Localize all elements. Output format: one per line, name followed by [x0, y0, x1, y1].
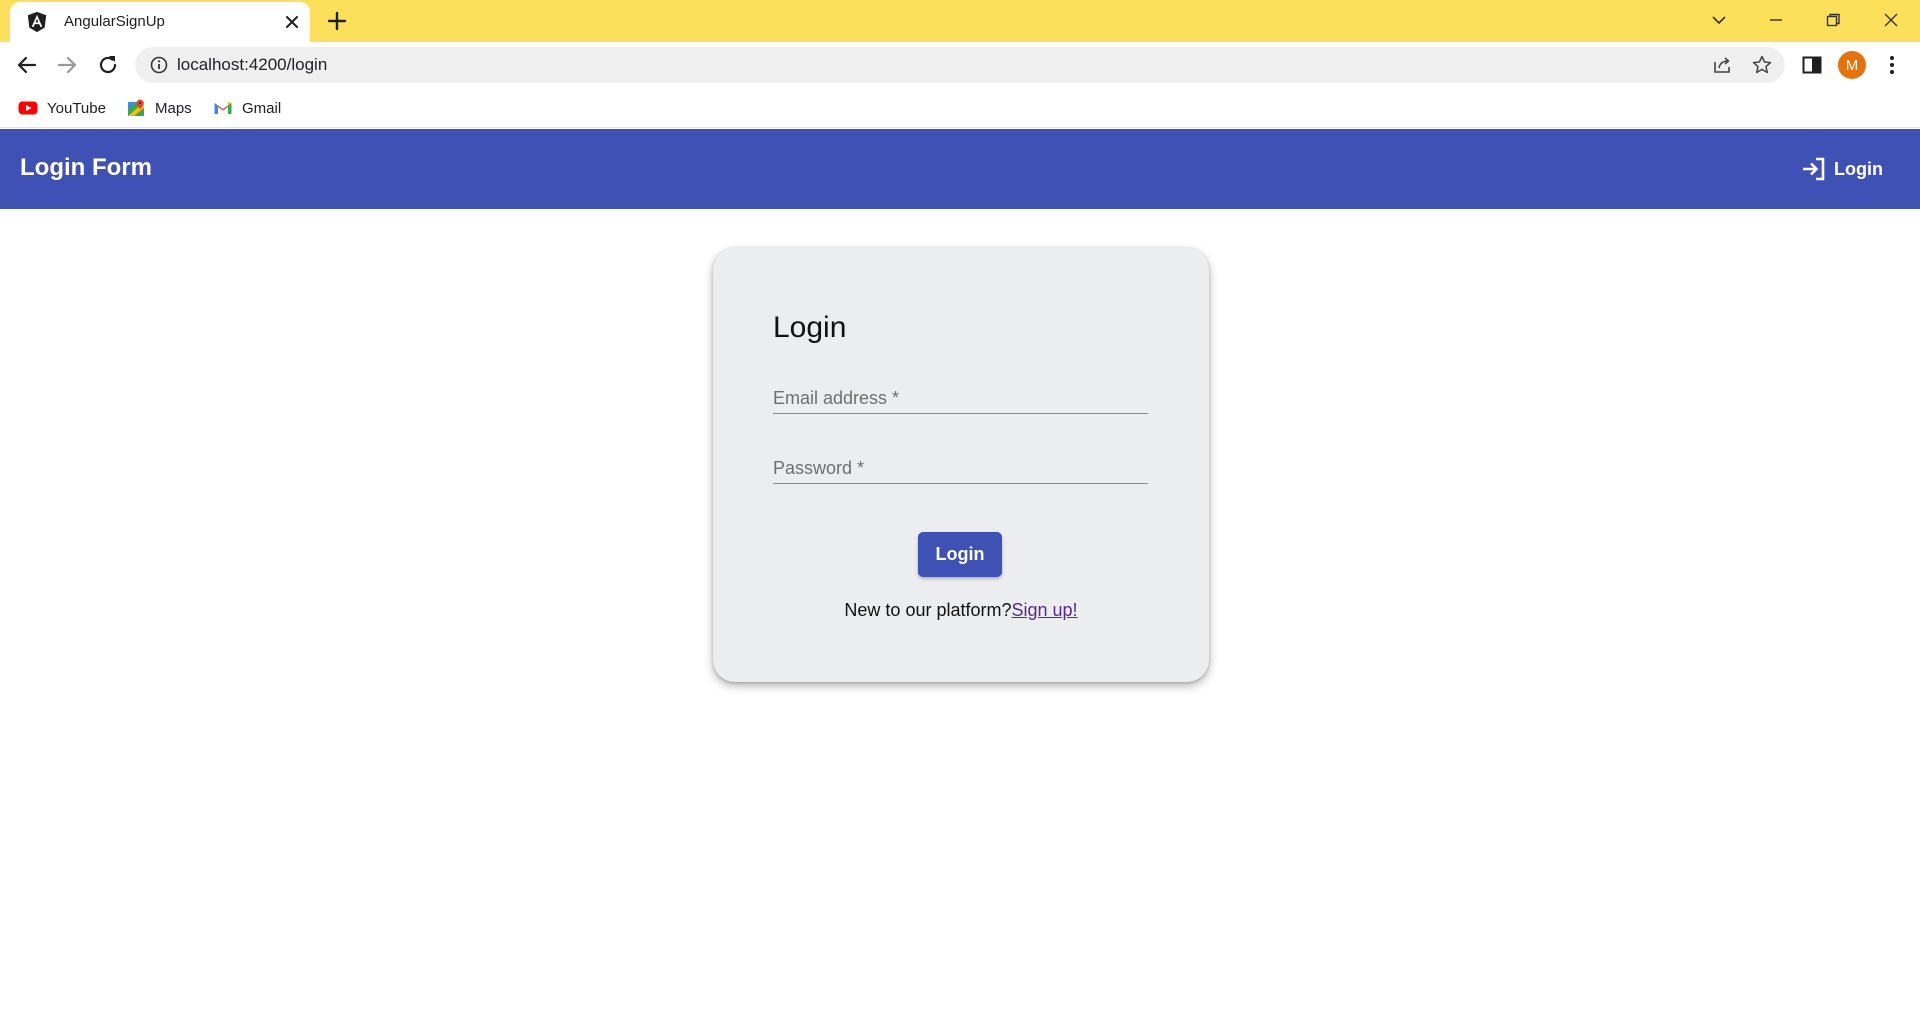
login-heading: Login [773, 311, 847, 344]
bookmark-gmail[interactable]: Gmail [213, 96, 281, 120]
bookmark-label: Maps [155, 99, 192, 117]
browser-tabstrip: AngularSignUp [0, 0, 1920, 42]
bookmark-label: Gmail [242, 99, 282, 117]
site-info-icon[interactable] [149, 55, 169, 75]
address-bar[interactable]: localhost:4200/login [135, 47, 1785, 83]
profile-avatar[interactable]: M [1838, 51, 1866, 79]
login-icon [1803, 157, 1825, 181]
nav-login-label: Login [1834, 158, 1883, 179]
angular-icon [27, 11, 47, 33]
login-submit-button[interactable]: Login [918, 532, 1002, 577]
back-arrow-icon[interactable] [14, 52, 40, 78]
signup-link[interactable]: Sign up! [1012, 600, 1078, 620]
bookmark-label: YouTube [47, 99, 106, 117]
youtube-icon [18, 101, 38, 115]
login-card: Login Login New to our platform?Sign up! [713, 248, 1209, 682]
signup-prompt-line: New to our platform?Sign up! [713, 600, 1209, 621]
bookmark-youtube[interactable]: YouTube [18, 96, 106, 120]
restore-icon[interactable] [1820, 8, 1846, 32]
url-text[interactable]: localhost:4200/login [177, 55, 327, 75]
app-toolbar: Login Form Login [0, 129, 1920, 209]
signup-prompt-text: New to our platform? [844, 600, 1012, 620]
gmail-icon [214, 102, 232, 114]
bookmark-maps[interactable]: Maps [126, 96, 192, 120]
browser-tab-active[interactable]: AngularSignUp [10, 2, 310, 42]
email-field-wrapper [773, 374, 1148, 414]
app-title: Login Form [20, 154, 152, 181]
new-tab-icon[interactable] [326, 10, 348, 32]
tab-title: AngularSignUp [64, 13, 165, 30]
nav-login-button[interactable]: Login [1800, 154, 1883, 184]
avatar-initial: M [1845, 56, 1859, 74]
reload-icon[interactable] [95, 52, 121, 78]
password-field[interactable] [773, 444, 1148, 483]
forward-arrow-icon[interactable] [54, 52, 80, 78]
browser-toolbar: localhost:4200/login M [0, 42, 1920, 88]
share-icon[interactable] [1711, 54, 1733, 76]
more-menu-icon[interactable] [1880, 52, 1904, 78]
password-field-wrapper [773, 444, 1148, 484]
maps-icon [128, 99, 144, 116]
bookmarks-bar: YouTube Maps Gmail [0, 88, 1920, 128]
close-tab-icon[interactable] [282, 12, 302, 32]
bookmark-star-icon[interactable] [1751, 54, 1773, 76]
side-panel-icon[interactable] [1800, 53, 1824, 77]
close-window-icon[interactable] [1878, 8, 1904, 32]
email-field[interactable] [773, 374, 1148, 413]
minimize-icon[interactable] [1763, 8, 1789, 32]
tab-search-chevron-icon[interactable] [1706, 8, 1732, 32]
